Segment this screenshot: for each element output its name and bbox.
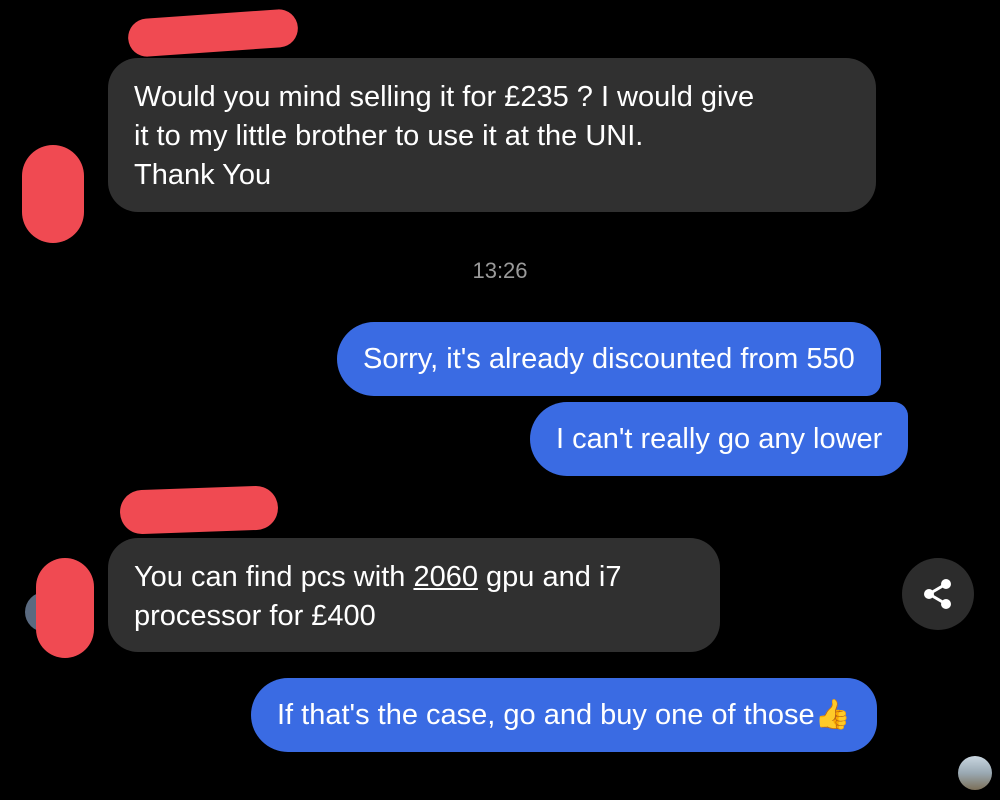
outgoing-message[interactable]: If that's the case, go and buy one of th… <box>251 678 877 752</box>
message-text: If that's the case, go and buy one of th… <box>277 699 815 731</box>
message-timestamp: 13:26 <box>472 258 528 283</box>
share-button[interactable] <box>902 558 974 630</box>
chat-thread: Would you mind selling it for £235 ? I w… <box>0 0 1000 800</box>
redaction-mark <box>119 485 279 535</box>
message-link[interactable]: 2060 <box>413 561 478 593</box>
outgoing-message[interactable]: I can't really go any lower <box>530 402 909 476</box>
outgoing-message[interactable]: Sorry, it's already discounted from 550 <box>337 322 881 396</box>
redaction-mark <box>126 8 300 58</box>
share-icon <box>924 579 951 609</box>
incoming-message[interactable]: Would you mind selling it for £235 ? I w… <box>108 58 876 212</box>
redaction-mark <box>22 145 84 243</box>
thumbs-up-icon: 👍 <box>814 699 851 731</box>
incoming-message[interactable]: You can find pcs with 2060 gpu and i7 pr… <box>108 538 720 652</box>
message-text: You can find pcs with <box>134 561 414 593</box>
redaction-mark <box>36 558 94 658</box>
read-receipt-avatar <box>958 756 992 790</box>
